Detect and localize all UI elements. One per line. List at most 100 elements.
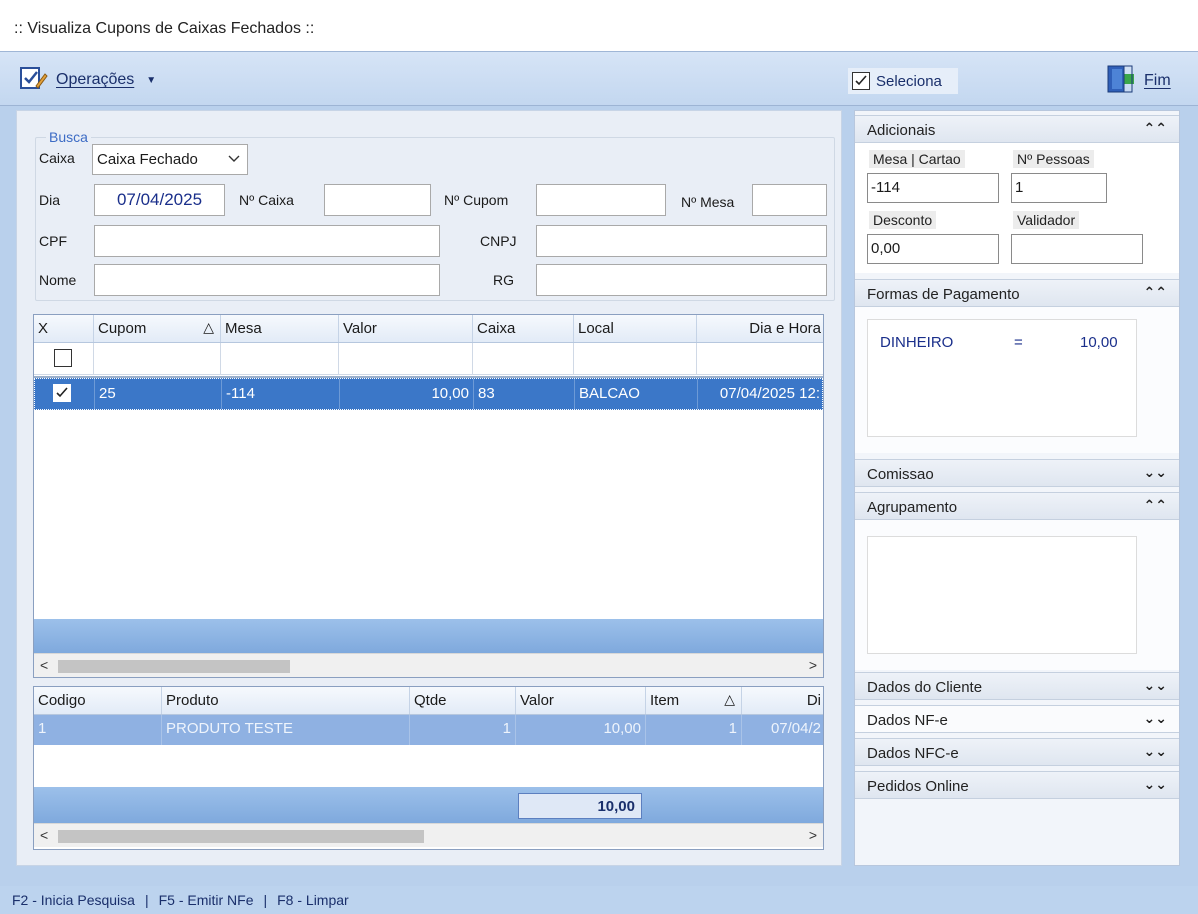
nome-input[interactable] (94, 264, 440, 296)
double-chevron-up-icon[interactable]: ⌃⌃ (1144, 497, 1167, 514)
filter-checkbox[interactable] (34, 343, 94, 374)
desconto-label: Desconto (869, 211, 937, 229)
section-pagamento-body: DINHEIRO = 10,00 (855, 307, 1179, 453)
section-title: Agrupamento (867, 499, 958, 516)
statusbar: F2 - Inicia Pesquisa | F5 - Emitir NFe |… (0, 886, 1198, 914)
double-chevron-down-icon[interactable]: ⌄⌄ (1144, 776, 1167, 793)
coupons-filter-row (34, 343, 823, 375)
cell-caixa: 83 (474, 379, 575, 409)
table-row[interactable]: 1 PRODUTO TESTE 1 10,00 1 07/04/2 (34, 715, 823, 745)
items-grid-footer: 10,00 (34, 787, 823, 823)
double-chevron-down-icon[interactable]: ⌄⌄ (1144, 710, 1167, 727)
cell-dia: 07/04/2 (770, 720, 821, 737)
ncaixa-input[interactable] (324, 184, 431, 216)
operations-menu-button[interactable]: Operações ▼ (18, 64, 156, 96)
scroll-right-icon[interactable]: > (809, 657, 817, 673)
filter-dia-hora[interactable] (697, 343, 825, 374)
exit-button[interactable]: Fim (1104, 64, 1171, 98)
double-chevron-up-icon[interactable]: ⌃⌃ (1144, 120, 1167, 137)
column-header-codigo[interactable]: Codigo (34, 687, 162, 714)
scroll-left-icon[interactable]: < (40, 657, 48, 673)
coupons-hscrollbar[interactable]: < > (34, 653, 823, 677)
double-chevron-down-icon[interactable]: ⌄⌄ (1144, 464, 1167, 481)
mesa-cartao-input[interactable]: -114 (867, 173, 999, 203)
rg-input[interactable] (536, 264, 827, 296)
pessoas-label: Nº Pessoas (1013, 150, 1094, 168)
window-title: :: Visualiza Cupons de Caixas Fechados :… (14, 20, 315, 37)
caixa-select[interactable]: Caixa Fechado (92, 144, 248, 175)
section-comissao-header[interactable]: Comissao ⌄⌄ (855, 459, 1179, 487)
column-header-dia-hora[interactable]: Dia e Hora (697, 315, 825, 342)
exit-label: Fim (1144, 72, 1171, 89)
filter-cupom[interactable] (94, 343, 221, 374)
cell-valor: 10,00 (340, 379, 474, 409)
validador-label: Validador (1013, 211, 1080, 229)
scroll-thumb[interactable] (58, 830, 424, 843)
filter-valor[interactable] (339, 343, 473, 374)
payment-equals: = (1014, 334, 1023, 351)
section-dados-nfce-header[interactable]: Dados NFC-e ⌄⌄ (855, 738, 1179, 766)
cpf-input[interactable] (94, 225, 440, 257)
payment-method: DINHEIRO (880, 334, 954, 351)
pessoas-input[interactable]: 1 (1011, 173, 1107, 203)
double-chevron-down-icon[interactable]: ⌄⌄ (1144, 743, 1167, 760)
shortcut-f5[interactable]: F5 - Emitir NFe (159, 892, 254, 908)
row-checkbox[interactable] (35, 379, 95, 409)
column-header-qtde[interactable]: Qtde (410, 687, 516, 714)
agrupamento-list[interactable] (867, 536, 1137, 654)
caixa-select-value: Caixa Fechado (97, 151, 198, 168)
column-header-item[interactable]: Item △ (646, 687, 742, 714)
payment-list[interactable]: DINHEIRO = 10,00 (867, 319, 1137, 437)
scroll-right-icon[interactable]: > (809, 827, 817, 843)
column-header-cupom[interactable]: Cupom △ (94, 315, 221, 342)
cell-codigo: 1 (34, 715, 162, 745)
checkbox-checked-icon (852, 72, 870, 90)
column-header-mesa[interactable]: Mesa (221, 315, 339, 342)
column-header-x[interactable]: X (34, 315, 94, 342)
dia-input[interactable]: 07/04/2025 (94, 184, 225, 216)
search-legend: Busca (49, 129, 88, 145)
cell-mesa: -114 (222, 379, 340, 409)
cnpj-input[interactable] (536, 225, 827, 257)
shortcut-f2[interactable]: F2 - Inicia Pesquisa (12, 892, 135, 908)
ncupom-input[interactable] (536, 184, 666, 216)
validador-input[interactable] (1011, 234, 1143, 264)
select-label: Seleciona (876, 72, 942, 90)
section-adicionais-header[interactable]: Adicionais ⌃⌃ (855, 115, 1179, 143)
coupons-grid-header: X Cupom △ Mesa Valor Caixa Local Dia e H… (34, 315, 823, 343)
nmesa-label: Nº Mesa (681, 194, 735, 210)
window-titlebar: :: Visualiza Cupons de Caixas Fechados :… (0, 0, 1198, 52)
column-header-valor[interactable]: Valor (339, 315, 473, 342)
column-header-caixa[interactable]: Caixa (473, 315, 574, 342)
column-header-valor[interactable]: Valor (516, 687, 646, 714)
table-row[interactable]: 25 -114 10,00 83 BALCAO 07/04/2025 12: (34, 378, 823, 410)
items-hscrollbar[interactable]: < > (34, 823, 823, 847)
scroll-thumb[interactable] (58, 660, 290, 673)
nmesa-input[interactable] (752, 184, 827, 216)
select-checkbox[interactable]: Seleciona (848, 68, 958, 94)
column-header-local[interactable]: Local (574, 315, 697, 342)
filter-mesa[interactable] (221, 343, 339, 374)
column-header-dia[interactable]: Di (742, 687, 825, 714)
filter-caixa[interactable] (473, 343, 574, 374)
scroll-left-icon[interactable]: < (40, 827, 48, 843)
items-grid-header: Codigo Produto Qtde Valor Item △ Di (34, 687, 823, 715)
section-pagamento-header[interactable]: Formas de Pagamento ⌃⌃ (855, 279, 1179, 307)
column-header-produto[interactable]: Produto (162, 687, 410, 714)
cell-valor: 10,00 (516, 715, 646, 745)
section-dados-nfe-header[interactable]: Dados NF-e ⌄⌄ (855, 705, 1179, 733)
mesa-cartao-label: Mesa | Cartao (869, 150, 965, 168)
desconto-input[interactable]: 0,00 (867, 234, 999, 264)
sort-asc-icon: △ (203, 319, 214, 335)
section-pedidos-online-header[interactable]: Pedidos Online ⌄⌄ (855, 771, 1179, 799)
double-chevron-up-icon[interactable]: ⌃⌃ (1144, 284, 1167, 301)
items-total: 10,00 (518, 793, 642, 819)
caixa-label: Caixa (39, 150, 75, 166)
double-chevron-down-icon[interactable]: ⌄⌄ (1144, 677, 1167, 694)
section-agrupamento-header[interactable]: Agrupamento ⌃⌃ (855, 492, 1179, 520)
filter-local[interactable] (574, 343, 697, 374)
sort-asc-icon: △ (724, 691, 735, 707)
toolbar: Operações ▼ Seleciona Fim (0, 52, 1198, 106)
section-dados-cliente-header[interactable]: Dados do Cliente ⌄⌄ (855, 672, 1179, 700)
shortcut-f8[interactable]: F8 - Limpar (277, 892, 349, 908)
